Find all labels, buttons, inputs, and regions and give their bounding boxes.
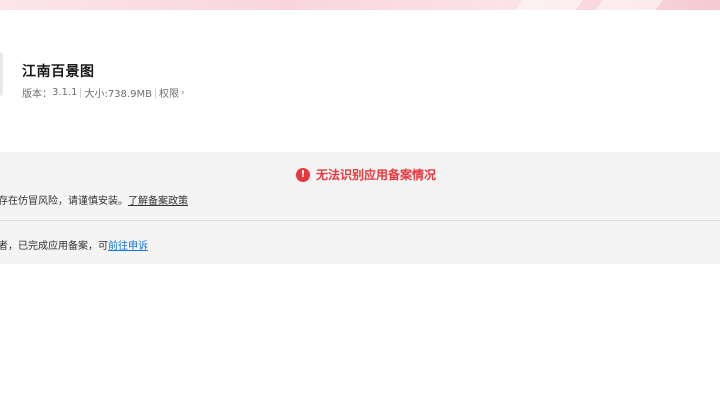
exclamation-circle-icon: ! [295, 167, 310, 182]
app-icon [0, 52, 3, 96]
version-value: 3.1.1 [52, 87, 78, 98]
appeal-link[interactable]: 前往申诉 [108, 241, 148, 252]
meta-divider [154, 87, 156, 98]
top-banner [0, 0, 720, 14]
notice-title: ! 无法识别应用备案情况 [0, 166, 720, 183]
filing-policy-link[interactable]: 了解备案政策 [128, 196, 188, 207]
banner-streak [512, 0, 588, 14]
meta-divider [80, 87, 82, 98]
chevron-right-icon[interactable]: › [181, 88, 185, 98]
appeal-hint-text: 者，已完成应用备案，可 [0, 241, 108, 252]
risk-warning-text: 存在仿冒风险，请谨慎安装。 [0, 196, 128, 207]
banner-streak [592, 0, 668, 14]
permissions-link[interactable]: 权限 [159, 85, 179, 100]
divider [0, 220, 720, 221]
risk-warning: 存在仿冒风险，请谨慎安装。了解备案政策 [0, 192, 188, 207]
version-label: 版本： [22, 89, 52, 100]
appeal-hint: 者，已完成应用备案，可前往申诉 [0, 237, 148, 252]
notice-title-text: 无法识别应用备案情况 [315, 168, 436, 182]
app-meta: 版本： 3.1.1 大小:738.9MB 权限 › [22, 85, 185, 100]
filing-notice-panel: ! 无法识别应用备案情况 存在仿冒风险，请谨慎安装。了解备案政策 者，已完成应用… [0, 152, 720, 264]
size-value: 大小:738.9MB [84, 89, 152, 100]
app-name: 江南百景图 [22, 64, 95, 80]
